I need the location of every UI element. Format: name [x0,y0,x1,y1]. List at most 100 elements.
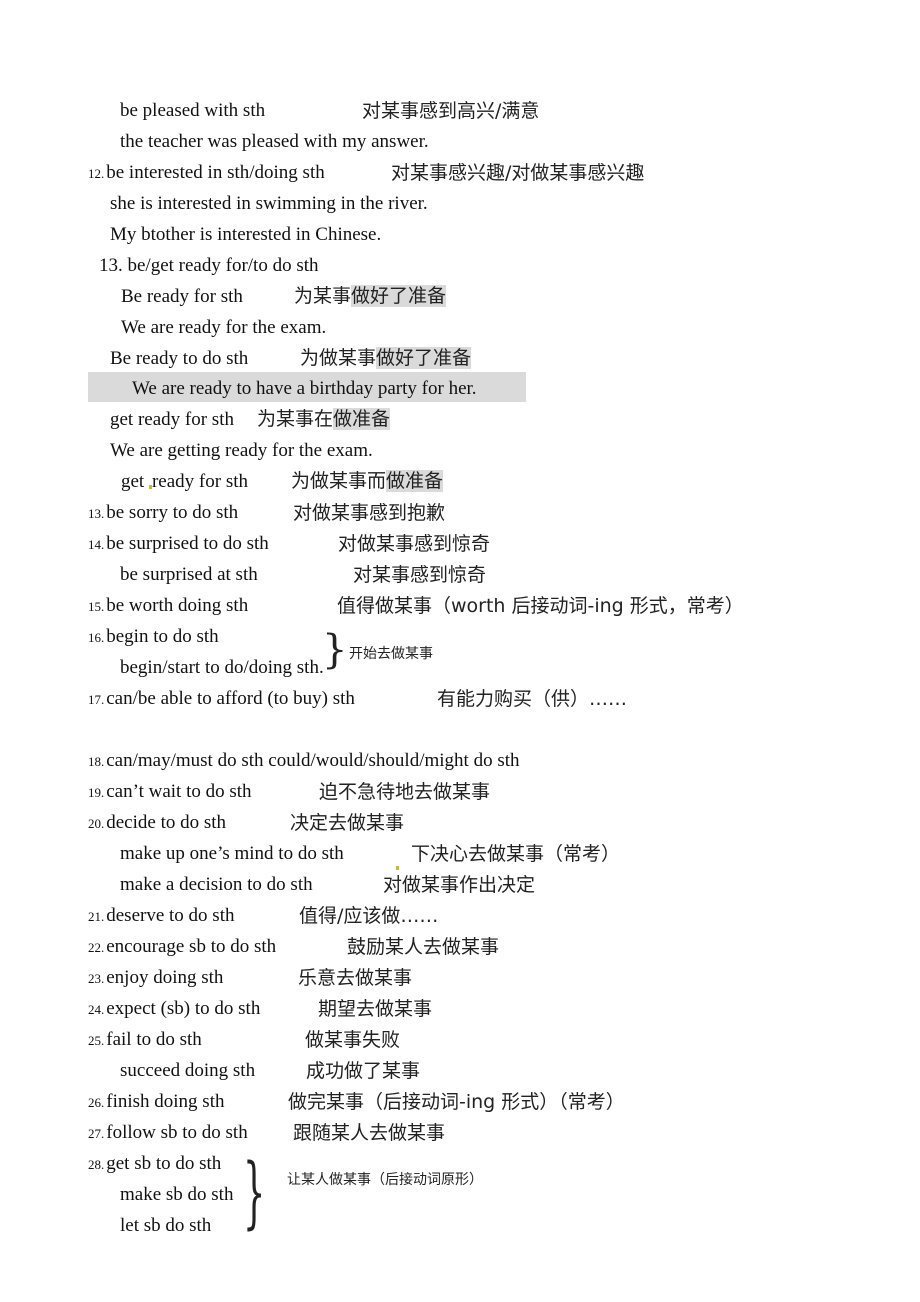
brace-icon: } [322,627,348,673]
phrase-en: decide to do sth [106,812,227,833]
phrase-en: follow sb to do sth [106,1122,248,1143]
phrase-zh: 下决心去做某事（常考） [411,843,621,865]
phrase-zh: 对某事感兴趣/对做某事感兴趣 [391,162,645,184]
phrase-line: 12. be interested in sth/doing sth [88,161,325,186]
phrase-zh: 乐意去做某事 [298,967,413,989]
phrase-en: be surprised to do sth [106,533,269,554]
phrase-en: Be ready for sth [121,286,243,307]
item-number: 19. [88,785,105,800]
phrase-en: finish doing sth [106,1091,225,1112]
phrase-en: succeed doing sth [120,1060,256,1081]
phrase-zh: 为做某事做好了准备 [300,343,472,373]
item-number: 26. [88,1095,105,1110]
item-number: 25. [88,1033,105,1048]
example-sentence: We are getting ready for the exam. [110,440,373,461]
zh-highlight: 做准备 [333,408,391,430]
item-number: 13. [99,255,123,276]
phrase-en: Be ready to do sth [110,348,249,369]
item-number: 23. [88,971,105,986]
phrase-zh: 成功做了某事 [306,1060,421,1082]
phrase-zh: 值得/应该做…… [299,905,439,927]
phrase-line: 17. can/be able to afford (to buy) sth [88,687,355,712]
zh-highlight: 做好了准备 [376,347,472,369]
phrase-en: encourage sb to do sth [106,936,277,957]
phrase-line: 16. begin to do sth [88,625,219,650]
phrase-zh: 决定去做某事 [290,812,405,834]
phrase-line: 25. fail to do sth [88,1028,202,1053]
phrase-en: can/be able to afford (to buy) sth [106,688,355,709]
item-number: 28. [88,1157,105,1172]
phrase-line: be pleased with sth [120,99,265,123]
example-sentence: she is interested in swimming in the riv… [110,193,428,214]
item-number: 18. [88,754,105,769]
item-number: 16. [88,630,105,645]
phrase-line: 21. deserve to do sth [88,904,234,929]
example-sentence: We are ready for the exam. [121,317,327,338]
phrase-en: be interested in sth/doing sth [106,162,325,183]
phrase-en: make up one’s mind to do sth [120,843,344,864]
phrase-zh: 对做某事感到抱歉 [293,502,446,524]
phrase-zh: 对某事感到惊奇 [353,564,487,586]
example-sentence: the teacher was pleased with my answer. [120,131,429,152]
phrase-line: 19. can’t wait to do sth [88,780,252,805]
item-number: 14. [88,537,105,552]
phrase-line: 24. expect (sb) to do sth [88,997,260,1022]
phrase-zh: 对某事感到高兴/满意 [362,100,540,122]
phrase-en: make a decision to do sth [120,874,313,895]
phrase-zh: 对做某事感到惊奇 [338,533,491,555]
phrase-en: begin/start to do/doing sth. [120,657,324,678]
phrase-zh: 鼓励某人去做某事 [347,936,500,958]
phrase-en: make sb do sth [120,1184,234,1205]
phrase-line: 20. decide to do sth [88,811,226,836]
phrase-zh: 为某事做好了准备 [294,281,447,311]
phrase-zh: 做某事失败 [305,1029,401,1051]
phrase-line: 13. be sorry to do sth [88,501,238,526]
phrase-en: get [121,471,145,492]
phrase-line: get ready for sth [121,470,248,494]
phrase-line: get ready for sth [110,408,234,432]
phrase-en: fail to do sth [106,1029,202,1050]
phrase-line: 13. be/get ready for/to do sth [99,254,319,278]
zh-plain: 为做某事而 [291,470,387,492]
phrase-line: 18. can/may/must do sth could/would/shoul… [88,749,520,774]
phrase-en: get ready for sth [110,409,234,430]
phrase-en: let sb do sth [120,1215,212,1236]
zh-plain: 为某事 [294,285,352,307]
item-number: 20. [88,816,105,831]
brace-icon: } [243,1148,266,1238]
example-sentence: We are ready to have a birthday party fo… [132,378,477,399]
anchor-mark-icon [396,855,399,873]
phrase-en: begin to do sth [106,626,219,647]
item-number: 17. [88,692,105,707]
item-number: 21. [88,909,105,924]
brace-note: 开始去做某事 [349,646,433,662]
zh-highlight: 做好了准备 [351,285,447,307]
phrase-en: be worth doing sth [106,595,249,616]
phrase-zh: 值得做某事（worth 后接动词-ing 形式，常考） [337,595,744,617]
phrase-en: be pleased with sth [120,100,266,121]
phrase-zh: 对做某事作出决定 [383,874,536,896]
phrase-line: 14. be surprised to do sth [88,532,269,557]
phrase-zh: 跟随某人去做某事 [293,1122,446,1144]
phrase-zh: 期望去做某事 [318,998,433,1020]
phrase-en: can/may/must do sth could/would/should/m… [106,750,520,771]
item-number: 12. [88,166,105,181]
item-number: 27. [88,1126,105,1141]
phrase-line: 23. enjoy doing sth [88,966,223,991]
phrase-zh: 为做某事而做准备 [291,466,444,496]
phrase-en: be surprised at sth [120,564,258,585]
zh-plain: 为某事在 [257,408,334,430]
phrase-en: be sorry to do sth [106,502,239,523]
phrase-zh: 做完某事（后接动词-ing 形式）（常考） [288,1091,625,1113]
item-number: 15. [88,599,105,614]
phrase-en: ready for sth [151,471,248,492]
phrase-zh: 为某事在做准备 [257,404,391,434]
phrase-en: be/get ready for/to do sth [127,255,319,276]
brace-note: 让某人做某事（后接动词原形） [287,1172,483,1188]
phrase-zh: 迫不急待地去做某事 [319,781,491,803]
item-number: 13. [88,506,105,521]
phrase-line: 26. finish doing sth [88,1090,224,1115]
phrase-zh: 有能力购买（供）…… [437,688,628,710]
phrase-line: 15. be worth doing sth [88,594,248,619]
phrase-en: can’t wait to do sth [106,781,252,802]
